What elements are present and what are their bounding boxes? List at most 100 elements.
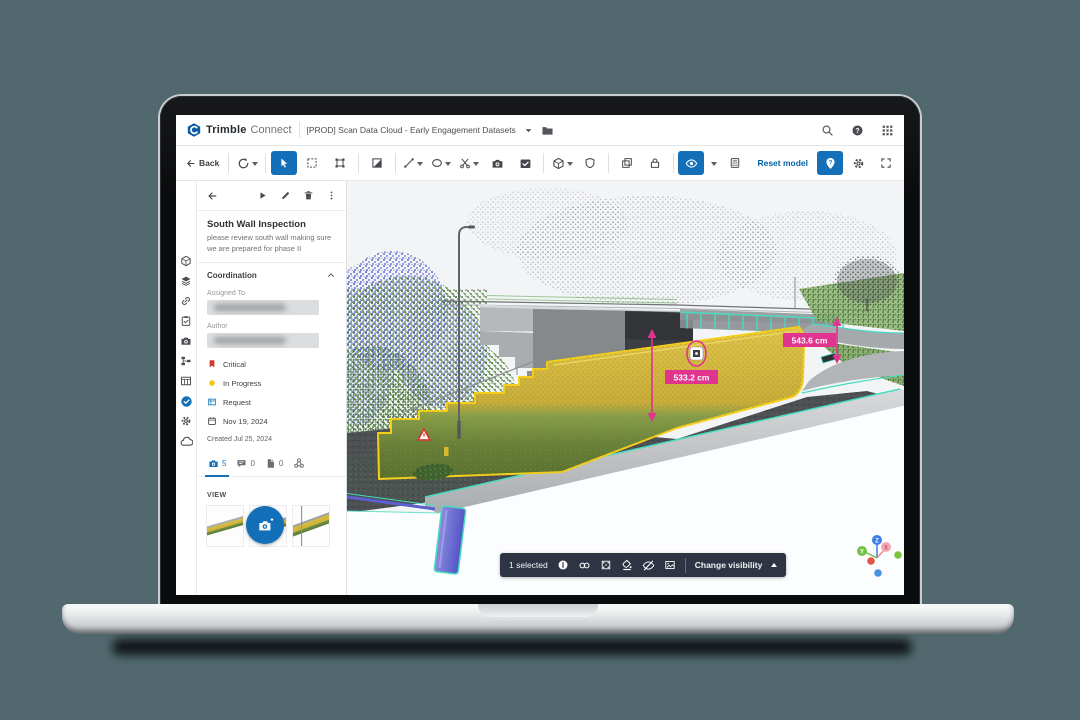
- sync-orbit-button[interactable]: [234, 151, 260, 175]
- isolate-icon[interactable]: [600, 559, 612, 571]
- chevron-down-icon: [711, 162, 717, 169]
- rail-layers-icon[interactable]: [179, 275, 193, 287]
- rail-cloud-icon[interactable]: [179, 435, 193, 447]
- panel-back-button[interactable]: [206, 190, 218, 202]
- marquee-select-button[interactable]: [299, 151, 325, 175]
- transform-icon: [334, 157, 346, 169]
- viewer-toolbar: Back Reset model: [176, 146, 904, 181]
- cursor-icon: [278, 157, 290, 169]
- tab-count: 5: [222, 459, 226, 468]
- select-cursor-button[interactable]: [271, 151, 297, 175]
- view-3d-button[interactable]: [549, 151, 575, 175]
- tab-share[interactable]: [288, 457, 310, 476]
- calendar-icon: [207, 416, 217, 426]
- point-cloud-scene: 533.2 cm 543.6 cm Z: [347, 181, 904, 595]
- tab-documents[interactable]: 0: [260, 458, 288, 476]
- measure-button[interactable]: [400, 151, 426, 175]
- folder-icon[interactable]: [541, 124, 554, 137]
- link-chain-icon[interactable]: [578, 559, 591, 572]
- overlay-windows-button[interactable]: [614, 151, 640, 175]
- search-icon[interactable]: [821, 124, 834, 137]
- overlap-icon: [621, 157, 633, 169]
- help-icon[interactable]: [851, 124, 864, 137]
- more-kebab-button[interactable]: [326, 190, 337, 201]
- chevron-down-icon: [445, 162, 451, 169]
- visibility-button[interactable]: [678, 151, 704, 175]
- reset-model-link[interactable]: Reset model: [750, 158, 815, 168]
- visibility-dropdown[interactable]: [706, 151, 720, 175]
- measurement-label: 533.2 cm: [674, 373, 710, 383]
- trimble-connect-logo[interactable]: Trimble Connect: [186, 122, 292, 138]
- snapshot-thumbnail[interactable]: [292, 505, 330, 547]
- info-icon[interactable]: [557, 559, 569, 571]
- tab-comments[interactable]: 0: [231, 458, 259, 476]
- edit-pencil-button[interactable]: [280, 190, 291, 201]
- rail-link-icon[interactable]: [179, 295, 193, 307]
- rail-gear-icon[interactable]: [179, 415, 193, 427]
- project-title: [PROD] Scan Data Cloud - Early Engagemen…: [307, 125, 516, 135]
- model-viewport[interactable]: 533.2 cm 543.6 cm Z: [347, 181, 904, 595]
- transform-button[interactable]: [327, 151, 353, 175]
- chevron-down-icon: [252, 162, 258, 169]
- lock-button[interactable]: [642, 151, 668, 175]
- shield-button[interactable]: [577, 151, 603, 175]
- change-visibility-button[interactable]: Change visibility: [695, 560, 763, 570]
- rail-camera-icon[interactable]: [179, 335, 193, 347]
- hide-eye-icon[interactable]: [642, 559, 655, 572]
- tab-snapshots[interactable]: 5: [203, 458, 231, 476]
- project-dropdown[interactable]: [523, 125, 534, 136]
- top-bar: Trimble Connect [PROD] Scan Data Cloud -…: [176, 115, 904, 146]
- fullscreen-button[interactable]: [873, 151, 899, 175]
- back-button[interactable]: Back: [181, 158, 223, 169]
- selection-action-bar: 1 selected Change visibility: [500, 553, 786, 577]
- chevron-down-icon: [473, 162, 479, 169]
- image-box-icon[interactable]: [664, 559, 676, 571]
- laptop-base: [62, 604, 1014, 634]
- todo-description: please review south wall making sure we …: [207, 233, 336, 254]
- add-snapshot-button[interactable]: [246, 506, 284, 544]
- rail-todo-icon-active[interactable]: [179, 395, 193, 407]
- shape-ellipse-button[interactable]: [428, 151, 454, 175]
- marker-question-button[interactable]: [817, 151, 843, 175]
- snapshot-camera-button[interactable]: [484, 151, 510, 175]
- divider: [228, 153, 229, 173]
- delete-trash-button[interactable]: [303, 190, 314, 201]
- coordination-section-header[interactable]: Coordination: [197, 263, 346, 282]
- cut-button[interactable]: [456, 151, 482, 175]
- box-3d-icon: [552, 157, 565, 170]
- measurement-label: 543.6 cm: [792, 336, 828, 346]
- document-icon: [265, 458, 276, 469]
- chevron-down-icon: [417, 162, 423, 169]
- divider: [685, 558, 686, 573]
- rail-clipboard-icon[interactable]: [179, 315, 193, 327]
- paint-fill-icon[interactable]: [621, 559, 633, 571]
- selected-count: 1 selected: [509, 560, 548, 570]
- fullscreen-icon: [880, 157, 892, 169]
- status-label: In Progress: [223, 379, 261, 388]
- snapshot-thumbnail[interactable]: [206, 505, 244, 547]
- status-dot-icon: [207, 378, 217, 388]
- shield-icon: [584, 157, 596, 169]
- settings-button[interactable]: [845, 151, 871, 175]
- divider: [299, 122, 300, 138]
- rail-hierarchy-icon[interactable]: [179, 355, 193, 367]
- share-network-icon: [293, 457, 305, 469]
- apps-grid-icon[interactable]: [881, 124, 894, 137]
- clip-plane-button[interactable]: [364, 151, 390, 175]
- chat-icon: [236, 458, 247, 469]
- calculator-button[interactable]: [722, 151, 748, 175]
- orbit-icon: [237, 157, 250, 170]
- priority-flag-icon: [207, 359, 217, 369]
- lock-icon: [649, 157, 661, 169]
- divider: [395, 153, 396, 173]
- rail-models-cube-icon[interactable]: [179, 255, 193, 267]
- priority-row: Critical: [197, 354, 346, 373]
- gizmo-y-label: Y: [860, 550, 864, 556]
- rail-table-icon[interactable]: [179, 375, 193, 387]
- divider: [358, 153, 359, 173]
- gear-icon: [852, 157, 865, 170]
- type-label: Request: [223, 398, 251, 407]
- markup-camera-button[interactable]: [512, 151, 538, 175]
- play-button[interactable]: [257, 190, 268, 201]
- yellow-post: [444, 447, 449, 456]
